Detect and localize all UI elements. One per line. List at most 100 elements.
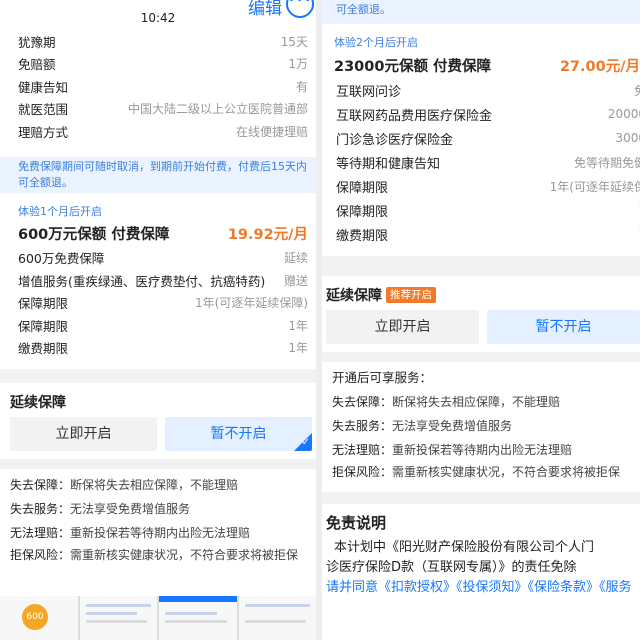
plan-row: 互联网问诊 免	[322, 78, 640, 102]
plan-detail-list: 600万免费保障 延续 增值服务(重疾绿通、医疗费垫付、抗癌特药) 赠送 保障期…	[0, 247, 316, 360]
loss-line: 失去服务：无法享受免费增值服务	[322, 414, 640, 438]
loss-value: 无法享受免费增值服务	[70, 502, 191, 516]
continue-title-text: 延续保障	[326, 288, 382, 304]
loss-line: 失去保障：断保将失去相应保障，不能理赔	[0, 473, 316, 497]
plan-row: 增值服务(重疾绿通、医疗费垫付、抗癌特药) 赠送	[0, 269, 316, 292]
thumbnail-image[interactable]	[238, 596, 316, 640]
not-now-button[interactable]: 暂不开启	[487, 310, 640, 344]
loss-value: 需重新核实健康状况，不符合要求将被拒保	[70, 548, 299, 562]
thumbnail-image[interactable]	[159, 596, 237, 640]
plan-row-label: 缴费期限	[336, 228, 389, 244]
loss-value: 需重新核实健康状况，不符合要求将被拒保	[392, 465, 621, 479]
loss-warning-list: 失去保障：断保将失去相应保障，不能理赔 失去服务：无法享受免费增值服务 无法理赔…	[0, 469, 316, 565]
section-divider	[322, 256, 640, 276]
plan-row: 600万免费保障 延续	[0, 247, 316, 270]
continue-section-title: 延续保障 推荐开启	[322, 282, 640, 310]
thumbnail-strip[interactable]: 600	[0, 596, 316, 640]
thumbnail-line	[85, 620, 147, 623]
plan-row-label: 互联网问诊	[336, 84, 402, 100]
free-period-notice: 免费保障期间可随时取消，到期前开始付费，付费后15天内可全额退。	[0, 156, 316, 193]
loss-key: 无法理赔：	[332, 443, 393, 457]
info-row-claim-method: 理赔方式 在线便捷理赔	[0, 120, 316, 143]
thumbnail-badge: 600	[22, 604, 48, 630]
loss-line: 失去服务：无法享受免费增值服务	[0, 497, 316, 521]
left-screenshot-panel: 10:42 编辑 ••• 犹豫期 15天 免赔额 1万 健康告知 有 就医范围 …	[0, 0, 316, 640]
plan-row-label: 保障期限	[18, 296, 69, 312]
loss-line: 无法理赔：重新投保若等待期内出险无法理赔	[322, 438, 640, 462]
plan-row-value: 延续	[283, 251, 308, 266]
disclaimer-line: 诊医疗保险D款（互联网专属）》的责任免除	[326, 560, 577, 575]
benefits-intro: 开通后可享服务：	[332, 370, 433, 385]
thumbnail-line	[244, 620, 306, 623]
plan-row-label: 缴费期限	[18, 341, 69, 357]
info-value: 1万	[288, 57, 308, 72]
thumbnail-image[interactable]	[79, 596, 157, 640]
not-now-button[interactable]: 暂不开启 ✓	[165, 417, 312, 451]
status-bar: 10:42 编辑 •••	[0, 0, 316, 30]
loss-line: 无法理赔：重新投保若等待期内出险无法理赔	[0, 521, 316, 545]
info-row-health-notice: 健康告知 有	[0, 75, 316, 98]
loss-line: 失去保障：断保将失去相应保障，不能理赔	[322, 390, 640, 414]
plan-row-value: 20000	[607, 107, 640, 121]
info-label: 免赔额	[18, 57, 56, 73]
plan-row-value: 1年(可逐年延续保障)	[195, 296, 308, 311]
edit-button[interactable]: 编辑	[248, 0, 282, 19]
info-label: 理赔方式	[18, 124, 69, 140]
loss-value: 断保将失去相应保障，不能理赔	[70, 478, 239, 492]
thumbnail-line	[165, 620, 227, 623]
not-now-label: 暂不开启	[210, 426, 267, 442]
plan-row-value: 免	[633, 83, 640, 98]
thumbnail-image[interactable]: 600	[0, 596, 78, 640]
plan-row: 互联网药品费用医疗保险金 20000	[322, 102, 640, 126]
thumbnail-bar	[159, 596, 237, 602]
open-now-button[interactable]: 立即开启	[326, 310, 479, 344]
disclaimer-title: 免责说明	[326, 514, 387, 532]
info-row-deductible: 免赔额 1万	[0, 53, 316, 76]
loss-line: 拒保风险：需重新核实健康状况，不符合要求将被拒保	[0, 545, 316, 565]
plan-row-value: 1年	[288, 318, 308, 333]
info-label: 犹豫期	[18, 34, 56, 50]
plan-price: 19.92元/月	[227, 227, 308, 243]
plan-row-value: 3000	[615, 131, 640, 145]
plan-start-tag: 体验1个月后开启	[18, 204, 102, 218]
agreement-links[interactable]: 请并同意《扣款授权》《投保须知》《保险条款》《服务	[322, 578, 640, 598]
loss-key: 无法理赔：	[10, 526, 71, 540]
loss-value: 重新投保若等待期内出险无法理赔	[392, 443, 573, 457]
section-divider	[0, 459, 316, 469]
plan-row-value: 免等待期免健	[573, 155, 640, 170]
info-value: 15天	[280, 34, 308, 49]
plan-start-tag: 体验2个月后开启	[334, 36, 418, 49]
plan-row-label: 保障期限	[336, 180, 389, 196]
plan-detail-list: 互联网问诊 免 互联网药品费用医疗保险金 20000 门诊急诊医疗保险金 300…	[322, 78, 640, 246]
section-divider	[322, 352, 640, 362]
disclaimer-line: 本计划中《阳光财产保险股份有限公司个人门	[334, 540, 595, 555]
thumbnail-line	[244, 604, 310, 607]
open-now-button[interactable]: 立即开启	[10, 417, 157, 451]
policy-info-list: 犹豫期 15天 免赔额 1万 健康告知 有 就医范围 中国大陆二级以上公立医院普…	[0, 30, 316, 143]
info-value: 有	[295, 79, 308, 94]
right-screenshot-panel: 可全额退。 体验2个月后开启 23000元保额 付费保障 27.00元/月 互联…	[322, 0, 640, 640]
plan-row-label: 保障期限	[18, 318, 69, 334]
thumbnail-line	[165, 612, 217, 615]
loss-line: 拒保风险：需重新核实健康状况，不符合要求将被拒保	[322, 462, 640, 482]
plan-row: 缴费期限 1年	[0, 337, 316, 360]
plan-row: 缴费期限 1	[322, 222, 640, 246]
loss-key: 失去服务：	[332, 419, 393, 433]
info-value: 中国大陆二级以上公立医院普通部	[127, 102, 308, 117]
plan-row-value: 1年	[288, 341, 308, 356]
info-label: 就医范围	[18, 102, 69, 118]
continue-options: 立即开启 暂不开启	[322, 310, 640, 344]
plan-price: 27.00元/月	[559, 58, 640, 75]
section-divider	[0, 369, 316, 383]
loss-value: 断保将失去相应保障，不能理赔	[392, 395, 561, 409]
plan-row: 等待期和健康告知 免等待期免健	[322, 150, 640, 174]
plan-header: 23000元保额 付费保障 27.00元/月	[322, 52, 640, 78]
info-value: 在线便捷理赔	[235, 124, 308, 139]
